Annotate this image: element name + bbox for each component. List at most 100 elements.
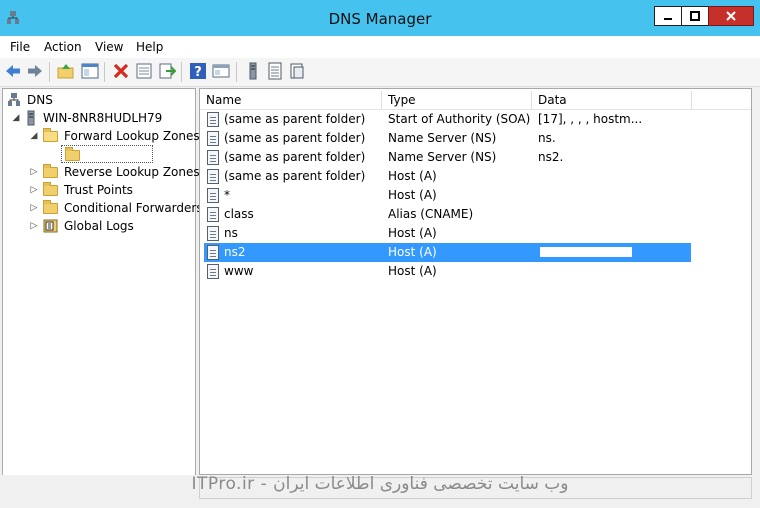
record-type: Start of Authority (SOA) xyxy=(388,112,531,126)
console-icon[interactable] xyxy=(212,62,230,80)
record-type: Host (A) xyxy=(388,264,437,278)
record-data: [17], , , , hostm... xyxy=(538,112,643,126)
refresh-icon[interactable] xyxy=(288,62,306,80)
tree-item-global-logs[interactable]: ▷ Global Logs xyxy=(29,217,134,235)
table-row[interactable]: (same as parent folder) Host (A) xyxy=(204,167,691,186)
menu-help[interactable]: Help xyxy=(136,40,163,54)
tree-label: DNS xyxy=(27,93,53,107)
maximize-icon xyxy=(690,11,700,21)
collapsed-arrow-icon[interactable]: ▷ xyxy=(29,167,39,177)
record-icon xyxy=(207,150,219,165)
record-icon xyxy=(207,131,219,146)
maximize-button[interactable] xyxy=(681,6,709,26)
export-icon[interactable] xyxy=(158,62,176,80)
properties-icon[interactable] xyxy=(135,62,153,80)
table-row[interactable]: ns Host (A) xyxy=(204,224,691,243)
record-name: ns2 xyxy=(224,245,246,259)
close-icon xyxy=(726,11,736,21)
forward-icon[interactable] xyxy=(26,62,44,80)
toolbar-separator xyxy=(49,62,50,82)
toolbar: ? xyxy=(0,58,760,87)
folder-icon xyxy=(43,181,58,196)
tree-item-reverse-lookup-zones[interactable]: ▷ Reverse Lookup Zones xyxy=(29,163,200,181)
collapsed-arrow-icon[interactable]: ▷ xyxy=(29,185,39,195)
tree-label: Global Logs xyxy=(64,219,134,233)
table-row-selected[interactable]: ns2 Host (A) xyxy=(204,243,691,262)
record-icon xyxy=(207,226,219,241)
record-name: (same as parent folder) xyxy=(224,150,366,164)
record-type: Name Server (NS) xyxy=(388,131,497,145)
table-row[interactable]: class Alias (CNAME) xyxy=(204,205,691,224)
svg-text:?: ? xyxy=(194,65,202,80)
title-bar[interactable]: DNS Manager xyxy=(0,0,760,36)
record-type: Alias (CNAME) xyxy=(388,207,474,221)
table-row[interactable]: (same as parent folder) Start of Authori… xyxy=(204,110,691,129)
collapsed-arrow-icon[interactable]: ▷ xyxy=(29,203,39,213)
back-icon[interactable] xyxy=(4,62,22,80)
column-header-type[interactable]: Type xyxy=(382,91,532,109)
expanded-arrow-icon[interactable]: ◢ xyxy=(11,113,21,123)
folder-icon xyxy=(43,163,58,178)
menu-bar: File Action View Help xyxy=(0,36,760,58)
record-icon xyxy=(207,188,219,203)
tree-item-zone[interactable] xyxy=(61,145,153,163)
toolbar-separator xyxy=(181,62,182,82)
close-button[interactable] xyxy=(708,6,754,26)
folder-icon xyxy=(43,199,58,214)
tree-label: Conditional Forwarders xyxy=(64,201,203,215)
column-header-name[interactable]: Name xyxy=(200,91,382,109)
tree-item-trust-points[interactable]: ▷ Trust Points xyxy=(29,181,133,199)
folder-open-icon xyxy=(43,127,58,142)
record-type: Name Server (NS) xyxy=(388,150,497,164)
record-name: ns xyxy=(224,226,238,240)
collapsed-arrow-icon[interactable]: ▷ xyxy=(29,221,39,231)
dns-manager-window: DNS Manager File Action View Help ? DNS … xyxy=(0,0,760,508)
expanded-arrow-icon[interactable]: ◢ xyxy=(29,131,39,141)
watermark-text: ITPro.ir - وب سایت تخصصی فناوری اطلاعات … xyxy=(191,474,569,494)
toolbar-separator xyxy=(236,62,237,82)
up-folder-icon[interactable] xyxy=(57,62,75,80)
zone-icon xyxy=(65,147,80,161)
record-type: Host (A) xyxy=(388,226,437,240)
menu-file[interactable]: File xyxy=(10,40,30,54)
show-hide-tree-icon[interactable] xyxy=(81,62,99,80)
tree-label: Forward Lookup Zones xyxy=(64,129,200,143)
record-icon xyxy=(207,112,219,127)
tree-item-server[interactable]: ◢ WIN-8NR8HUDLH79 xyxy=(11,109,162,127)
list-icon[interactable] xyxy=(266,62,284,80)
table-row[interactable]: (same as parent folder) Name Server (NS)… xyxy=(204,129,691,148)
record-type: Host (A) xyxy=(388,245,437,259)
table-row[interactable]: www Host (A) xyxy=(204,262,691,281)
tree-item-dns[interactable]: DNS xyxy=(7,91,53,109)
menu-view[interactable]: View xyxy=(95,40,123,54)
record-type: Host (A) xyxy=(388,188,437,202)
record-name: (same as parent folder) xyxy=(224,169,366,183)
minimize-icon xyxy=(664,18,672,20)
record-data: ns. xyxy=(538,131,556,145)
minimize-button[interactable] xyxy=(654,6,682,26)
help-icon[interactable]: ? xyxy=(189,62,207,80)
record-icon xyxy=(207,207,219,222)
tree-item-forward-lookup-zones[interactable]: ◢ Forward Lookup Zones xyxy=(29,127,200,145)
menu-action[interactable]: Action xyxy=(44,40,82,54)
redacted-block xyxy=(540,247,632,257)
toolbar-separator xyxy=(104,62,105,82)
window-title: DNS Manager xyxy=(328,10,432,28)
column-header-data[interactable]: Data xyxy=(532,91,692,109)
delete-icon[interactable] xyxy=(112,62,130,80)
console-tree: DNS ◢ WIN-8NR8HUDLH79 ◢ Forward Lookup Z… xyxy=(2,88,203,500)
records-list: Name Type Data (same as parent folder) S… xyxy=(199,88,752,475)
record-name: (same as parent folder) xyxy=(224,112,366,126)
tree-label: Trust Points xyxy=(64,183,133,197)
record-name: * xyxy=(224,188,230,202)
log-icon xyxy=(43,219,58,233)
table-row[interactable]: (same as parent folder) Name Server (NS)… xyxy=(204,148,691,167)
record-data: ns2. xyxy=(538,150,564,164)
tree-label: WIN-8NR8HUDLH79 xyxy=(43,111,163,125)
table-row[interactable]: * Host (A) xyxy=(204,186,691,205)
server-icon[interactable] xyxy=(244,62,262,80)
dns-icon xyxy=(8,93,20,106)
tree-label: Reverse Lookup Zones xyxy=(64,165,200,179)
server-icon xyxy=(27,110,35,126)
tree-item-conditional-forwarders[interactable]: ▷ Conditional Forwarders xyxy=(29,199,203,217)
